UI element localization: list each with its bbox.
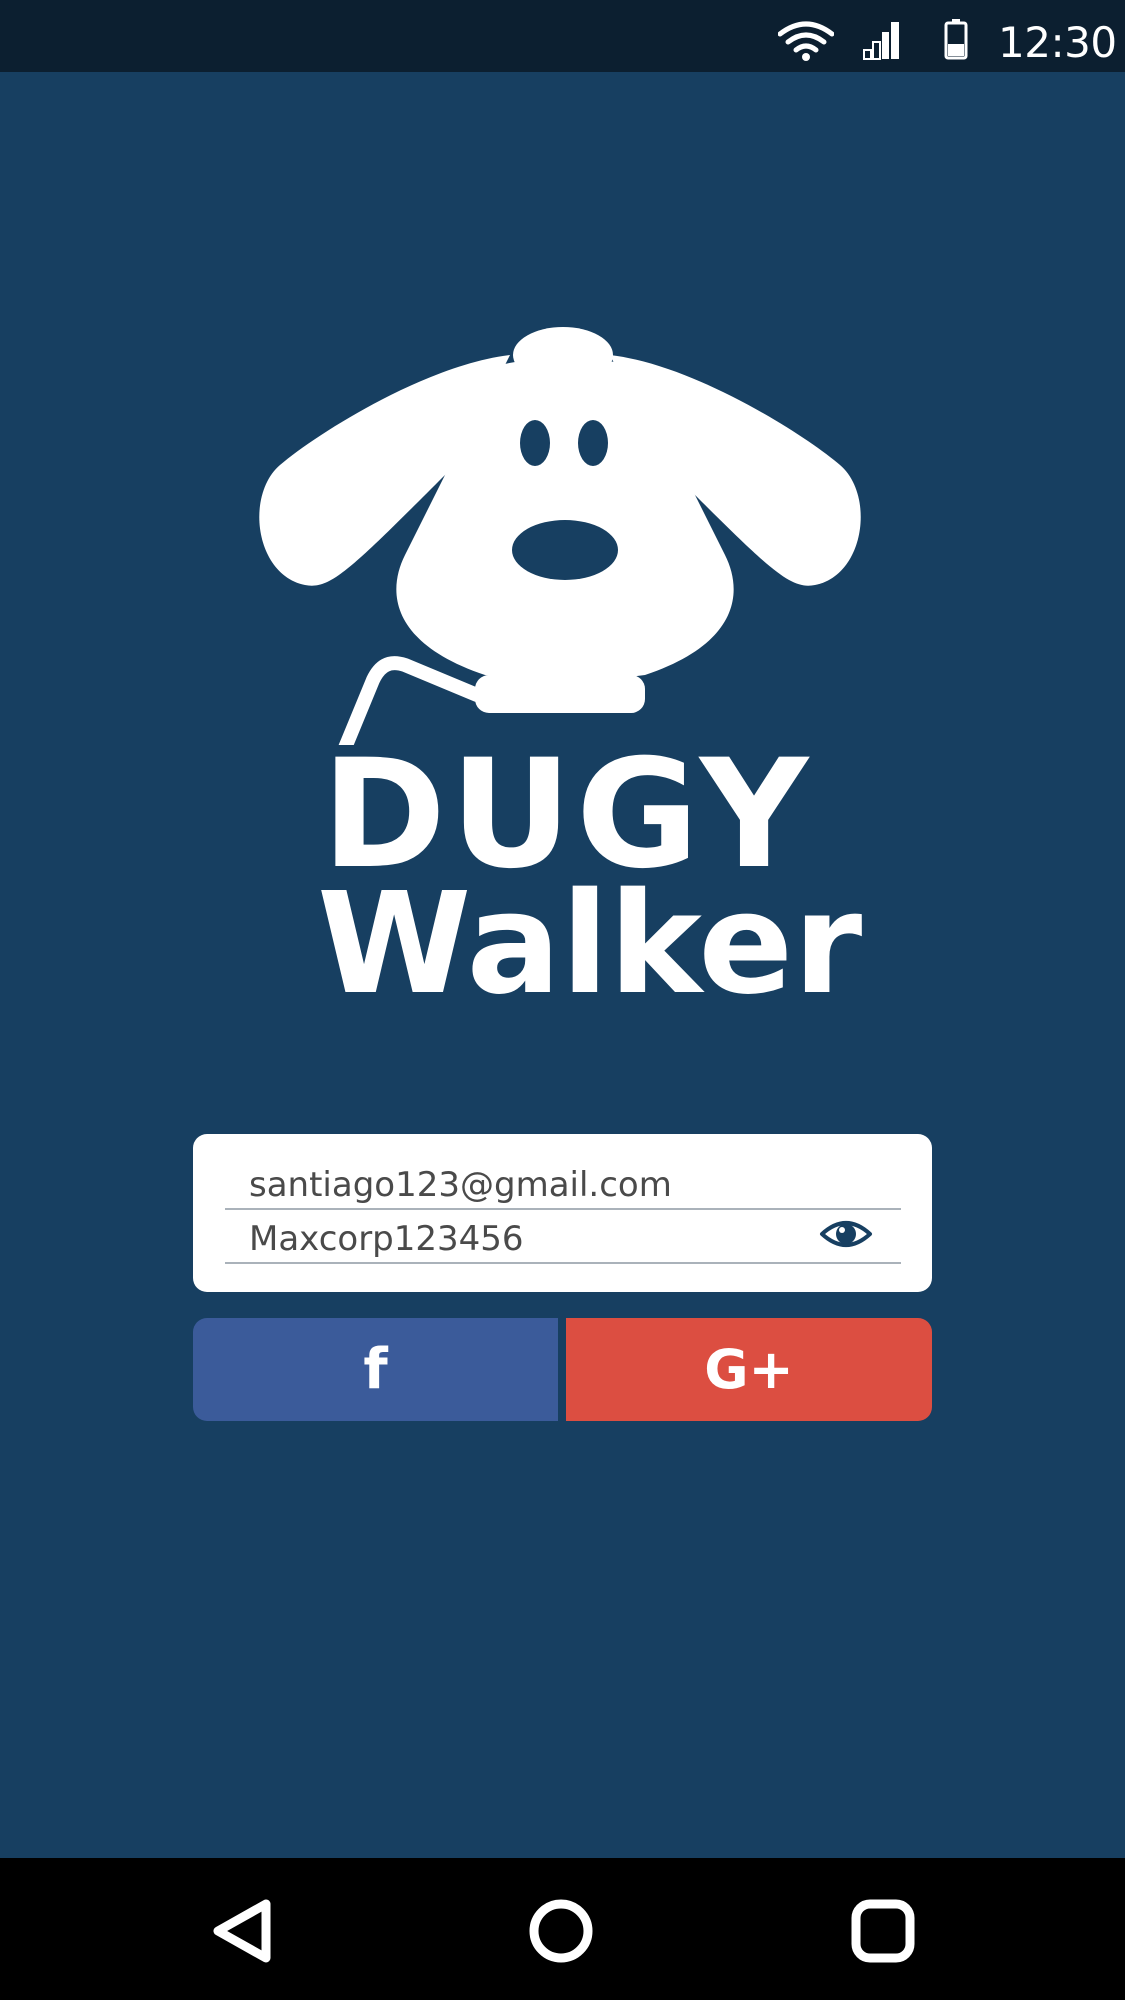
wifi-icon [778,21,834,61]
login-screen: 12:30 DUGY Walker santiago123@gmail.com [0,0,1125,2000]
status-bar: 12:30 [0,0,1125,72]
password-field[interactable]: Maxcorp123456 [225,1208,901,1264]
signal-icon [863,22,899,60]
back-icon[interactable] [206,1894,280,1968]
eye-icon[interactable] [819,1214,873,1254]
recent-apps-icon[interactable] [846,1894,920,1968]
facebook-login-button[interactable]: f [193,1318,558,1421]
password-value: Maxcorp123456 [249,1219,524,1259]
battery-icon [944,19,968,60]
google-login-button[interactable]: G+ [566,1318,932,1421]
email-field[interactable]: santiago123@gmail.com [225,1154,901,1210]
app-logo: DUGY Walker [255,325,875,1025]
home-icon[interactable] [524,1894,598,1968]
logo-title-line2: Walker [317,863,863,1026]
login-card: santiago123@gmail.com Maxcorp123456 [193,1134,932,1292]
status-time: 12:30 [998,18,1117,67]
facebook-icon: f [363,1337,388,1402]
navigation-bar [0,1858,1125,2000]
email-value: santiago123@gmail.com [249,1165,672,1205]
dog-logo-icon [259,327,861,745]
google-plus-icon: G+ [704,1338,794,1401]
